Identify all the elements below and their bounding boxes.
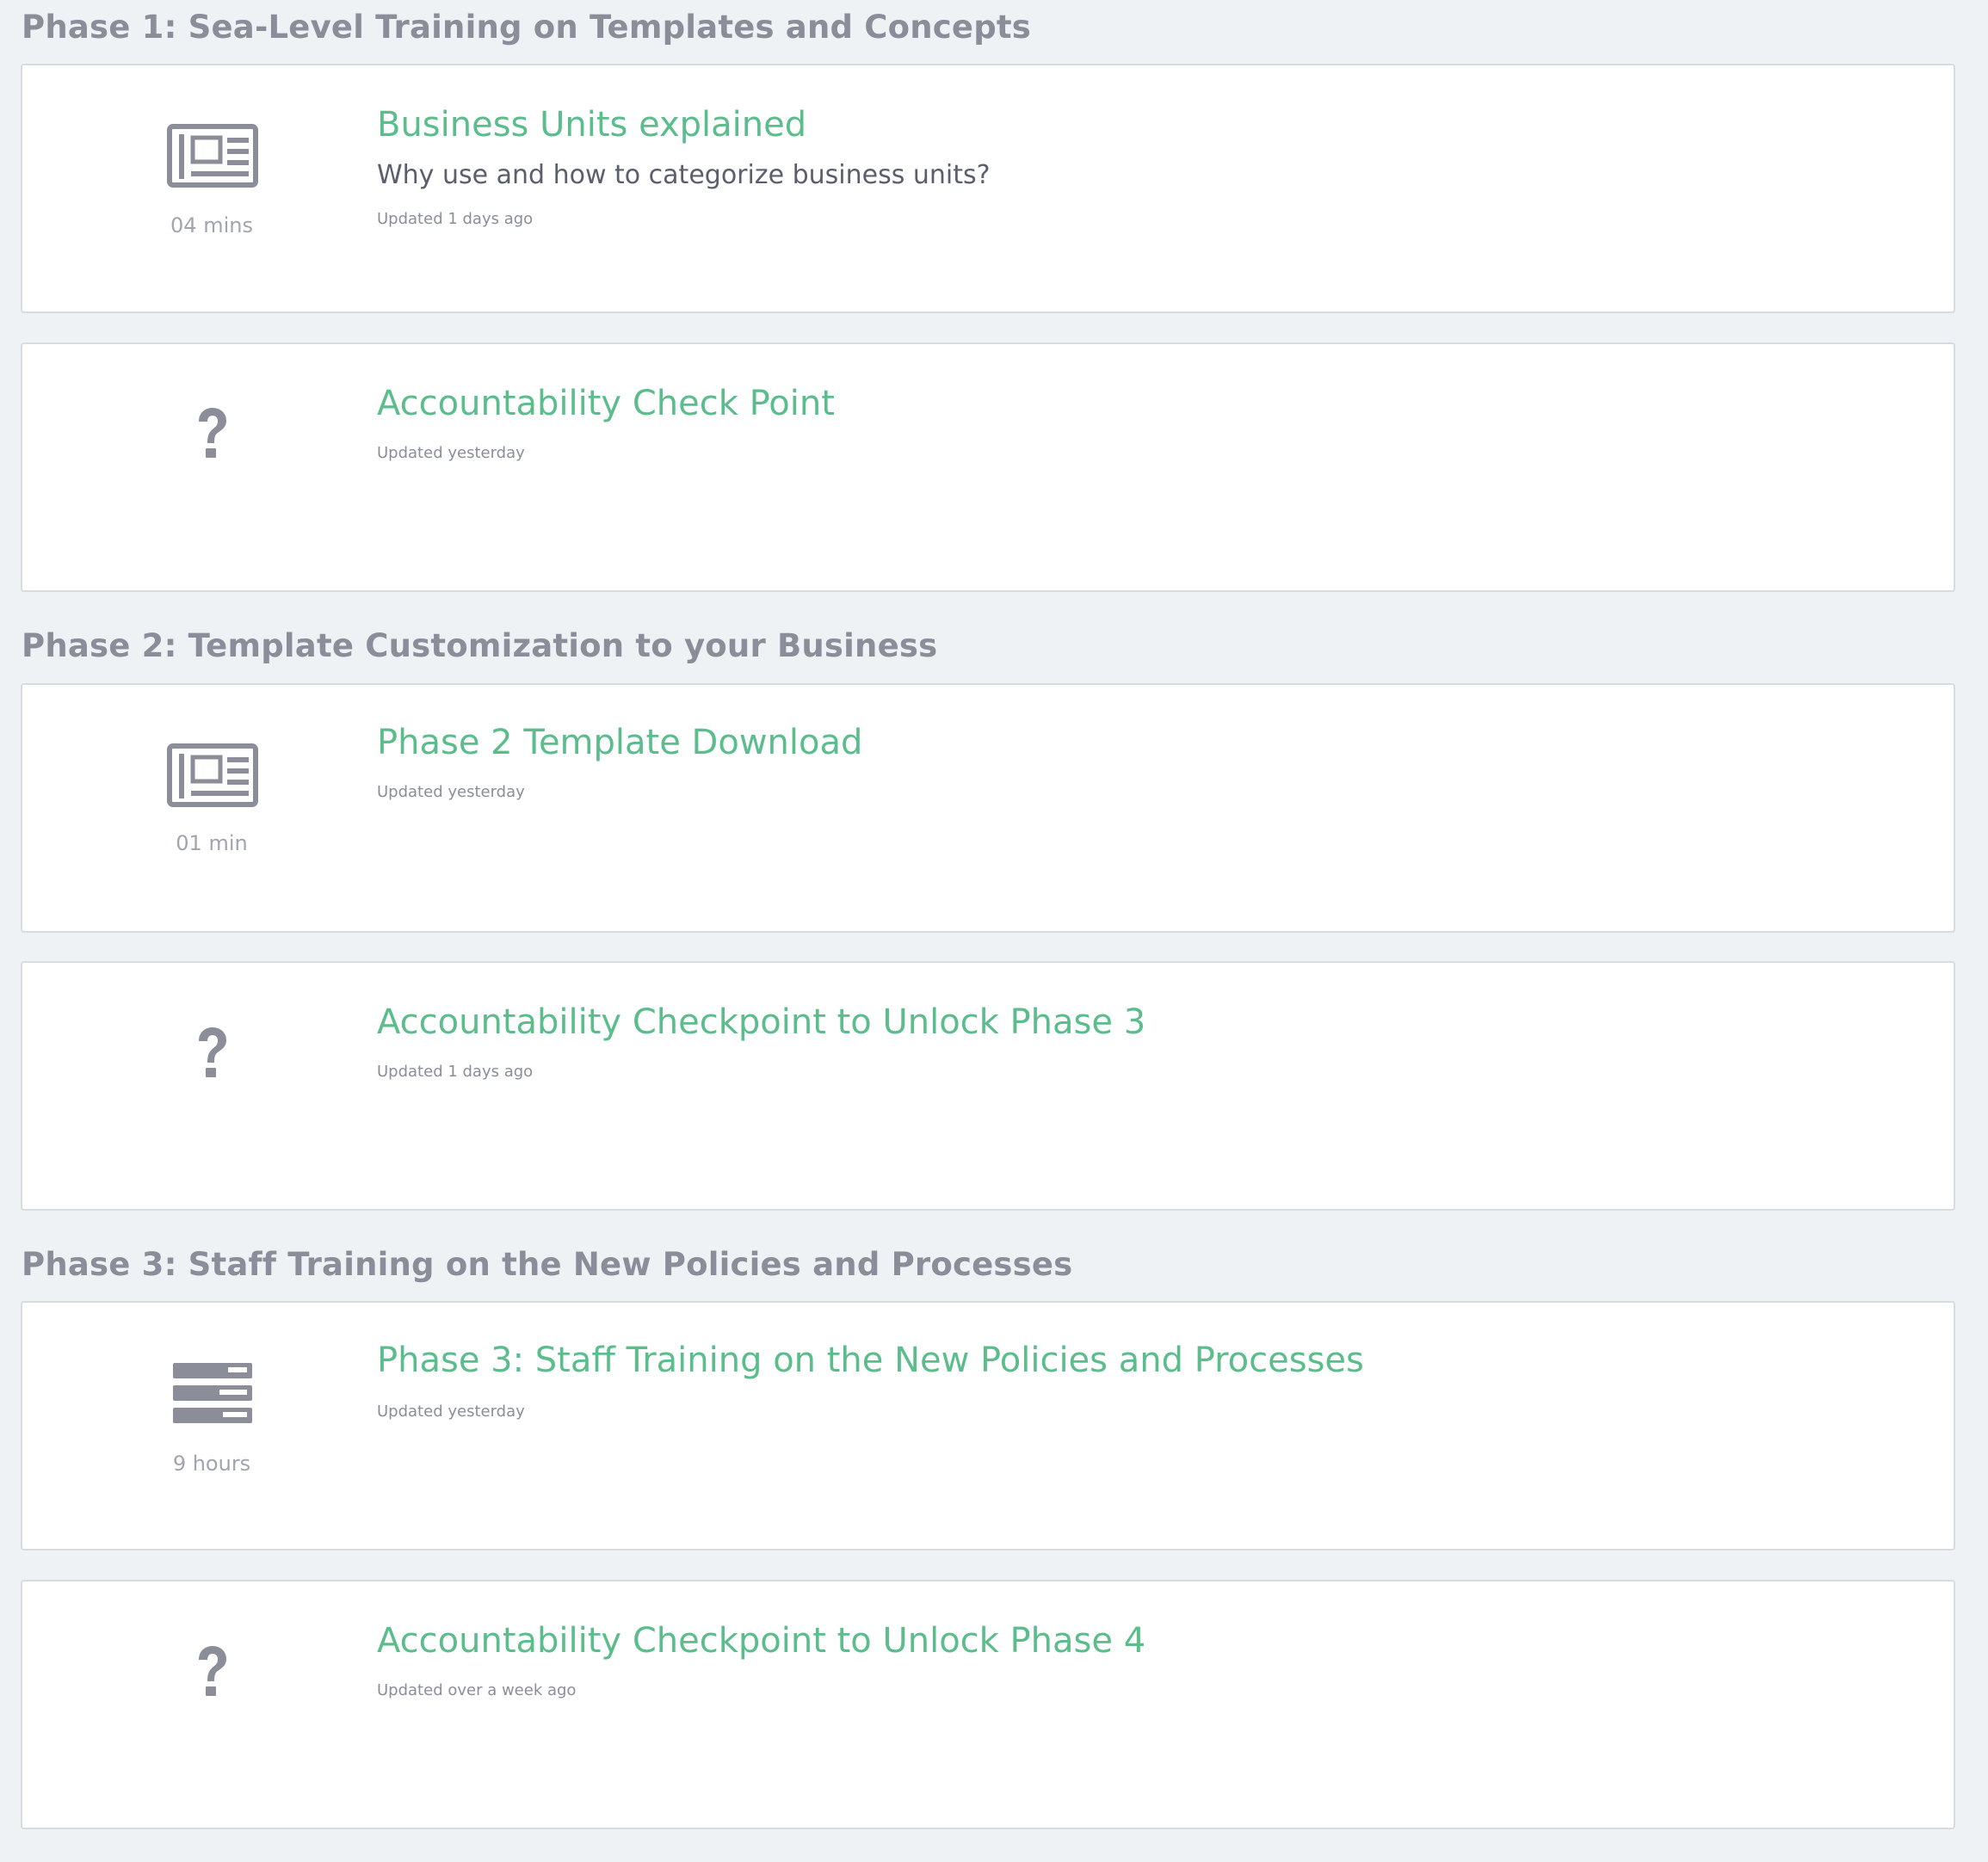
lesson-card-phase-2-template-download[interactable]: 01 min Phase 2 Template Download Updated… bbox=[21, 683, 1955, 933]
lesson-card-business-units[interactable]: 04 mins Business Units explained Why use… bbox=[21, 64, 1955, 313]
lesson-duration: 04 mins bbox=[170, 213, 253, 237]
course-title-link[interactable]: Phase 3: Staff Training on the New Polic… bbox=[377, 1341, 1364, 1380]
quiz-title-link[interactable]: Accountability Check Point bbox=[377, 384, 835, 423]
quiz-updated-timestamp: Updated over a week ago bbox=[377, 1681, 577, 1699]
course-card-phase-3-staff-training[interactable]: 9 hours Phase 3: Staff Training on the N… bbox=[21, 1301, 1955, 1551]
quiz-card-accountability-check-point[interactable]: Accountability Check Point Updated yeste… bbox=[21, 342, 1955, 592]
quiz-updated-timestamp: Updated 1 days ago bbox=[377, 1063, 534, 1081]
question-icon bbox=[147, 1024, 278, 1081]
quiz-card-unlock-phase-4[interactable]: Accountability Checkpoint to Unlock Phas… bbox=[21, 1580, 1955, 1829]
section-title-phase-1: Phase 1: Sea-Level Training on Templates… bbox=[22, 9, 1032, 46]
course-stack-icon bbox=[147, 1361, 278, 1425]
quiz-title-link[interactable]: Accountability Checkpoint to Unlock Phas… bbox=[377, 1002, 1145, 1042]
quiz-updated-timestamp: Updated yesterday bbox=[377, 444, 525, 462]
section-title-phase-2: Phase 2: Template Customization to your … bbox=[22, 627, 938, 664]
section-title-phase-3: Phase 3: Staff Training on the New Polic… bbox=[22, 1246, 1073, 1283]
course-updated-timestamp: Updated yesterday bbox=[377, 1403, 525, 1421]
course-duration: 9 hours bbox=[172, 1452, 251, 1476]
quiz-card-unlock-phase-3[interactable]: Accountability Checkpoint to Unlock Phas… bbox=[21, 961, 1955, 1211]
newspaper-icon bbox=[147, 743, 278, 807]
quiz-title-link[interactable]: Accountability Checkpoint to Unlock Phas… bbox=[377, 1621, 1145, 1661]
lesson-title-link[interactable]: Phase 2 Template Download bbox=[377, 723, 862, 762]
question-icon bbox=[147, 404, 278, 461]
newspaper-icon bbox=[147, 124, 278, 188]
lesson-duration: 01 min bbox=[176, 831, 248, 855]
question-icon bbox=[147, 1643, 278, 1699]
lesson-title-link[interactable]: Business Units explained bbox=[377, 105, 806, 145]
lesson-description: Why use and how to categorize business u… bbox=[377, 160, 991, 190]
lesson-updated-timestamp: Updated 1 days ago bbox=[377, 210, 534, 228]
lesson-updated-timestamp: Updated yesterday bbox=[377, 783, 525, 801]
